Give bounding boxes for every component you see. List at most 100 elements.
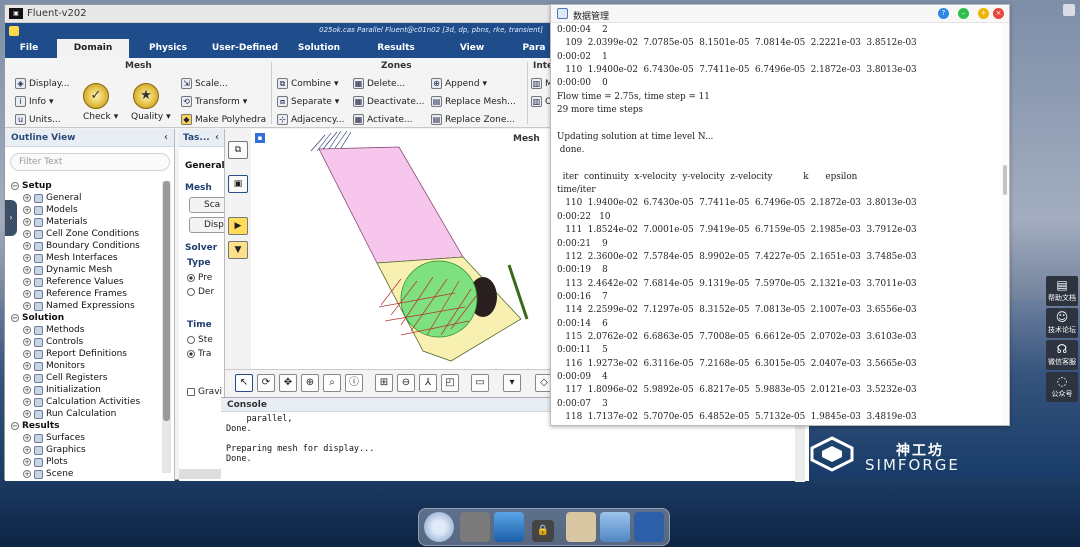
combine-button[interactable]: ⧉ Combine ▾ (277, 78, 339, 89)
outline-item-report-definitions[interactable]: + Report Definitions (23, 349, 127, 359)
expand-toggle-icon[interactable]: + (23, 230, 31, 238)
layout-icon[interactable]: ▣ (228, 175, 248, 193)
outline-item-initialization[interactable]: + Initialization (23, 385, 101, 395)
density-based-radio[interactable]: Der (187, 287, 214, 297)
tab-user-defined[interactable]: User-Defined (205, 39, 285, 58)
collapse-chevron-icon[interactable]: ‹ (215, 132, 219, 143)
maximize-button[interactable]: + (978, 8, 989, 19)
views-dropdown-icon[interactable]: ▾ (503, 374, 521, 392)
adjacency-button[interactable]: ⊹ Adjacency... (277, 114, 345, 125)
expand-toggle-icon[interactable]: + (23, 398, 31, 406)
outline-item-surfaces[interactable]: + Surfaces (23, 433, 85, 443)
display-button[interactable]: ◈ Display... (15, 78, 69, 89)
files-app-icon[interactable] (600, 512, 630, 542)
pressure-based-radio[interactable]: Pre (187, 273, 212, 283)
finder-app-icon[interactable] (424, 512, 454, 542)
transform-button[interactable]: ⟲ Transform ▾ (181, 96, 247, 107)
outline-filter-input[interactable]: Filter Text (10, 153, 170, 171)
outline-item-run-calculation[interactable]: + Run Calculation (23, 409, 116, 419)
tech-forum-widget[interactable]: ☺ 技术论坛 (1046, 308, 1078, 338)
copy-window-icon[interactable]: ⧉ (228, 141, 248, 159)
outline-item-calculation-activities[interactable]: + Calculation Activities (23, 397, 140, 407)
expand-toggle-icon[interactable]: + (23, 218, 31, 226)
play-icon[interactable]: ▶ (228, 217, 248, 235)
filter-icon[interactable]: ▼ (228, 241, 248, 259)
monitor-app-icon[interactable] (494, 512, 524, 542)
data-manager-scrollbar[interactable] (1001, 23, 1009, 425)
tab-results[interactable]: Results (359, 39, 433, 58)
solver-log-output[interactable]: 0:00:04 2 109 2.0399e-02 7.0785e-05 8.15… (557, 24, 997, 424)
console-output[interactable]: parallel, Done. Preparing mesh for displ… (226, 414, 374, 464)
tab-domain[interactable]: Domain (57, 39, 129, 58)
expand-toggle-icon[interactable]: + (23, 242, 31, 250)
outline-item-controls[interactable]: + Controls (23, 337, 83, 347)
probe-icon[interactable]: ⓘ (345, 374, 363, 392)
tab-solution[interactable]: Solution (287, 39, 351, 58)
expand-toggle-icon[interactable]: − (11, 422, 19, 430)
zoom-box-icon[interactable]: ⌕ (323, 374, 341, 392)
delete-button[interactable]: ▦ Delete... (353, 78, 405, 89)
expand-toggle-icon[interactable]: + (23, 470, 31, 478)
expand-toggle-icon[interactable]: + (23, 410, 31, 418)
close-button[interactable]: × (993, 8, 1004, 19)
scale-button[interactable]: ⇲ Scale... (181, 78, 228, 89)
tab-physics[interactable]: Physics (133, 39, 203, 58)
outline-item-general[interactable]: + General (23, 193, 81, 203)
display-mesh-button[interactable]: Disp (189, 217, 224, 233)
outline-item-monitors[interactable]: + Monitors (23, 361, 85, 371)
notes-app-icon[interactable] (566, 512, 596, 542)
data-manager-scrollbar-thumb[interactable] (1003, 165, 1007, 195)
replace-zone-button[interactable]: ▤ Replace Zone... (431, 114, 515, 125)
expand-toggle-icon[interactable]: + (23, 302, 31, 310)
expand-toggle-icon[interactable]: + (23, 194, 31, 202)
outline-item-models[interactable]: + Models (23, 205, 78, 215)
scale-mesh-button[interactable]: Sca (189, 197, 224, 213)
expand-toggle-icon[interactable]: + (23, 386, 31, 394)
expand-toggle-icon[interactable]: + (23, 290, 31, 298)
ruler-icon[interactable]: ▭ (471, 374, 489, 392)
desktop-tray-icon[interactable] (1063, 4, 1075, 16)
outline-item-solution[interactable]: − Solution (11, 313, 64, 323)
expand-toggle-icon[interactable]: + (23, 446, 31, 454)
graphics-window[interactable]: Mesh ▪ (251, 129, 555, 369)
expand-toggle-icon[interactable]: + (23, 206, 31, 214)
outline-item-materials[interactable]: + Materials (23, 217, 87, 227)
rotate-icon[interactable]: ⟳ (257, 374, 275, 392)
expand-toggle-icon[interactable]: + (23, 434, 31, 442)
outline-item-setup[interactable]: − Setup (11, 181, 52, 191)
outline-item-scene[interactable]: + Scene (23, 469, 73, 479)
expand-toggle-icon[interactable]: + (23, 326, 31, 334)
tab-view[interactable]: View (437, 39, 507, 58)
expand-toggle-icon[interactable]: − (11, 314, 19, 322)
expand-toggle-icon[interactable]: + (23, 338, 31, 346)
quality-button[interactable]: Quality ▾ (131, 112, 171, 122)
expand-toggle-icon[interactable]: + (23, 266, 31, 274)
pointer-icon[interactable]: ↖ (235, 374, 253, 392)
outline-item-cell-zone-conditions[interactable]: + Cell Zone Conditions (23, 229, 139, 239)
expand-toggle-icon[interactable]: + (23, 362, 31, 370)
lock-icon[interactable]: 🔒 (532, 520, 554, 542)
pan-icon[interactable]: ✥ (279, 374, 297, 392)
outline-scrollbar-thumb[interactable] (163, 181, 170, 421)
help-icon[interactable]: ? (938, 8, 949, 19)
outline-item-boundary-conditions[interactable]: + Boundary Conditions (23, 241, 140, 251)
steady-radio[interactable]: Ste (187, 335, 213, 345)
outline-item-mesh-interfaces[interactable]: + Mesh Interfaces (23, 253, 118, 263)
transient-radio[interactable]: Tra (187, 349, 211, 359)
sidebar-expand-handle[interactable]: › (5, 200, 17, 236)
outline-item-reference-values[interactable]: + Reference Values (23, 277, 124, 287)
view-icon[interactable]: ◰ (441, 374, 459, 392)
append-button[interactable]: ⊕ Append ▾ (431, 78, 487, 89)
minimize-button[interactable]: – (958, 8, 969, 19)
zoom-icon[interactable]: ⊕ (301, 374, 319, 392)
fit-to-window-icon[interactable]: ⊞ (375, 374, 393, 392)
info-button[interactable]: i Info ▾ (15, 96, 54, 107)
official-account-widget[interactable]: ◌ 公众号 (1046, 372, 1078, 402)
units-button[interactable]: u Units... (15, 114, 61, 125)
deactivate-button[interactable]: ▦ Deactivate... (353, 96, 424, 107)
expand-toggle-icon[interactable]: + (23, 458, 31, 466)
expand-toggle-icon[interactable]: + (23, 350, 31, 358)
task-hscrollbar[interactable] (179, 469, 224, 479)
replace-mesh-button[interactable]: ▤ Replace Mesh... (431, 96, 516, 107)
zoom-out-icon[interactable]: ⊖ (397, 374, 415, 392)
